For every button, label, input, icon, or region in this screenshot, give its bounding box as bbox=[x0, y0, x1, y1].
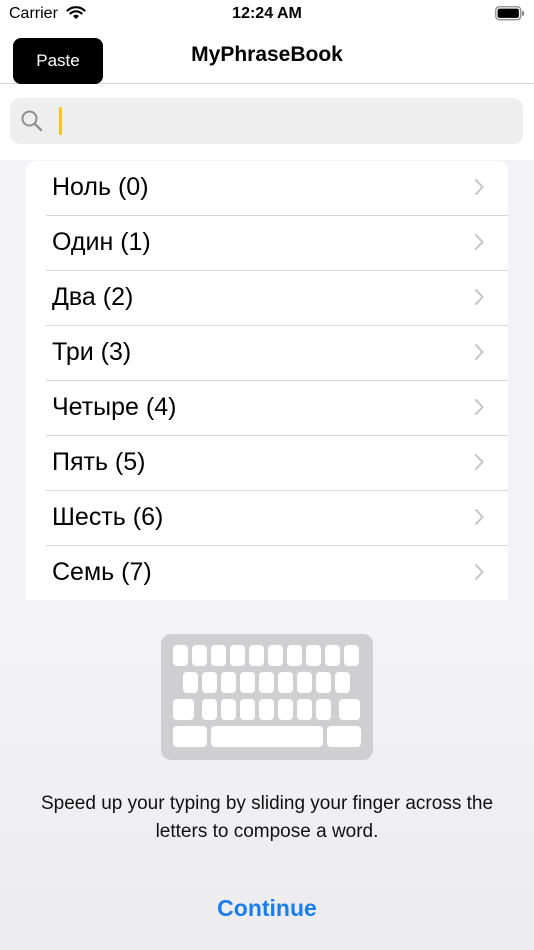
phrase-list: Ноль (0) Один (1) Два (2) Три (3) Четыре… bbox=[26, 161, 508, 601]
search-icon bbox=[21, 110, 43, 137]
list-item-label: Три (3) bbox=[52, 338, 132, 366]
chevron-right-icon bbox=[474, 179, 484, 200]
list-item-label: Пять (5) bbox=[52, 448, 146, 476]
list-item[interactable]: Семь (7) bbox=[46, 546, 508, 601]
keyboard-icon bbox=[161, 634, 373, 765]
list-item-label: Ноль (0) bbox=[52, 173, 149, 201]
continue-button[interactable]: Continue bbox=[167, 888, 367, 928]
status-bar: Carrier 12:24 AM bbox=[0, 0, 534, 30]
chevron-right-icon bbox=[474, 289, 484, 310]
list-item[interactable]: Два (2) bbox=[46, 271, 508, 326]
list-item[interactable]: Ноль (0) bbox=[46, 161, 508, 216]
battery-icon bbox=[495, 6, 525, 26]
clock: 12:24 AM bbox=[232, 5, 302, 22]
search-bar bbox=[0, 84, 534, 160]
chevron-right-icon bbox=[474, 399, 484, 420]
list-item-label: Один (1) bbox=[52, 228, 151, 256]
list-item-label: Четыре (4) bbox=[52, 393, 177, 421]
chevron-right-icon bbox=[474, 234, 484, 255]
search-field[interactable] bbox=[10, 98, 523, 144]
text-cursor bbox=[59, 107, 62, 135]
keyboard-tip-panel: Speed up your typing by sliding your fin… bbox=[0, 600, 534, 950]
list-item-label: Семь (7) bbox=[52, 558, 152, 586]
list-item[interactable]: Шесть (6) bbox=[46, 491, 508, 546]
keyboard-tip-text: Speed up your typing by sliding your fin… bbox=[40, 793, 494, 842]
chevron-right-icon bbox=[474, 454, 484, 475]
chevron-right-icon bbox=[474, 344, 484, 365]
paste-button[interactable]: Paste bbox=[13, 38, 103, 93]
list-item[interactable]: Четыре (4) bbox=[46, 381, 508, 436]
list-item-label: Два (2) bbox=[52, 283, 134, 311]
list-item[interactable]: Три (3) bbox=[46, 326, 508, 381]
list-item[interactable]: Один (1) bbox=[46, 216, 508, 271]
chevron-right-icon bbox=[474, 509, 484, 530]
search-input[interactable] bbox=[52, 104, 512, 138]
list-item-label: Шесть (6) bbox=[52, 503, 164, 531]
list-item[interactable]: Пять (5) bbox=[46, 436, 508, 491]
chevron-right-icon bbox=[474, 564, 484, 585]
